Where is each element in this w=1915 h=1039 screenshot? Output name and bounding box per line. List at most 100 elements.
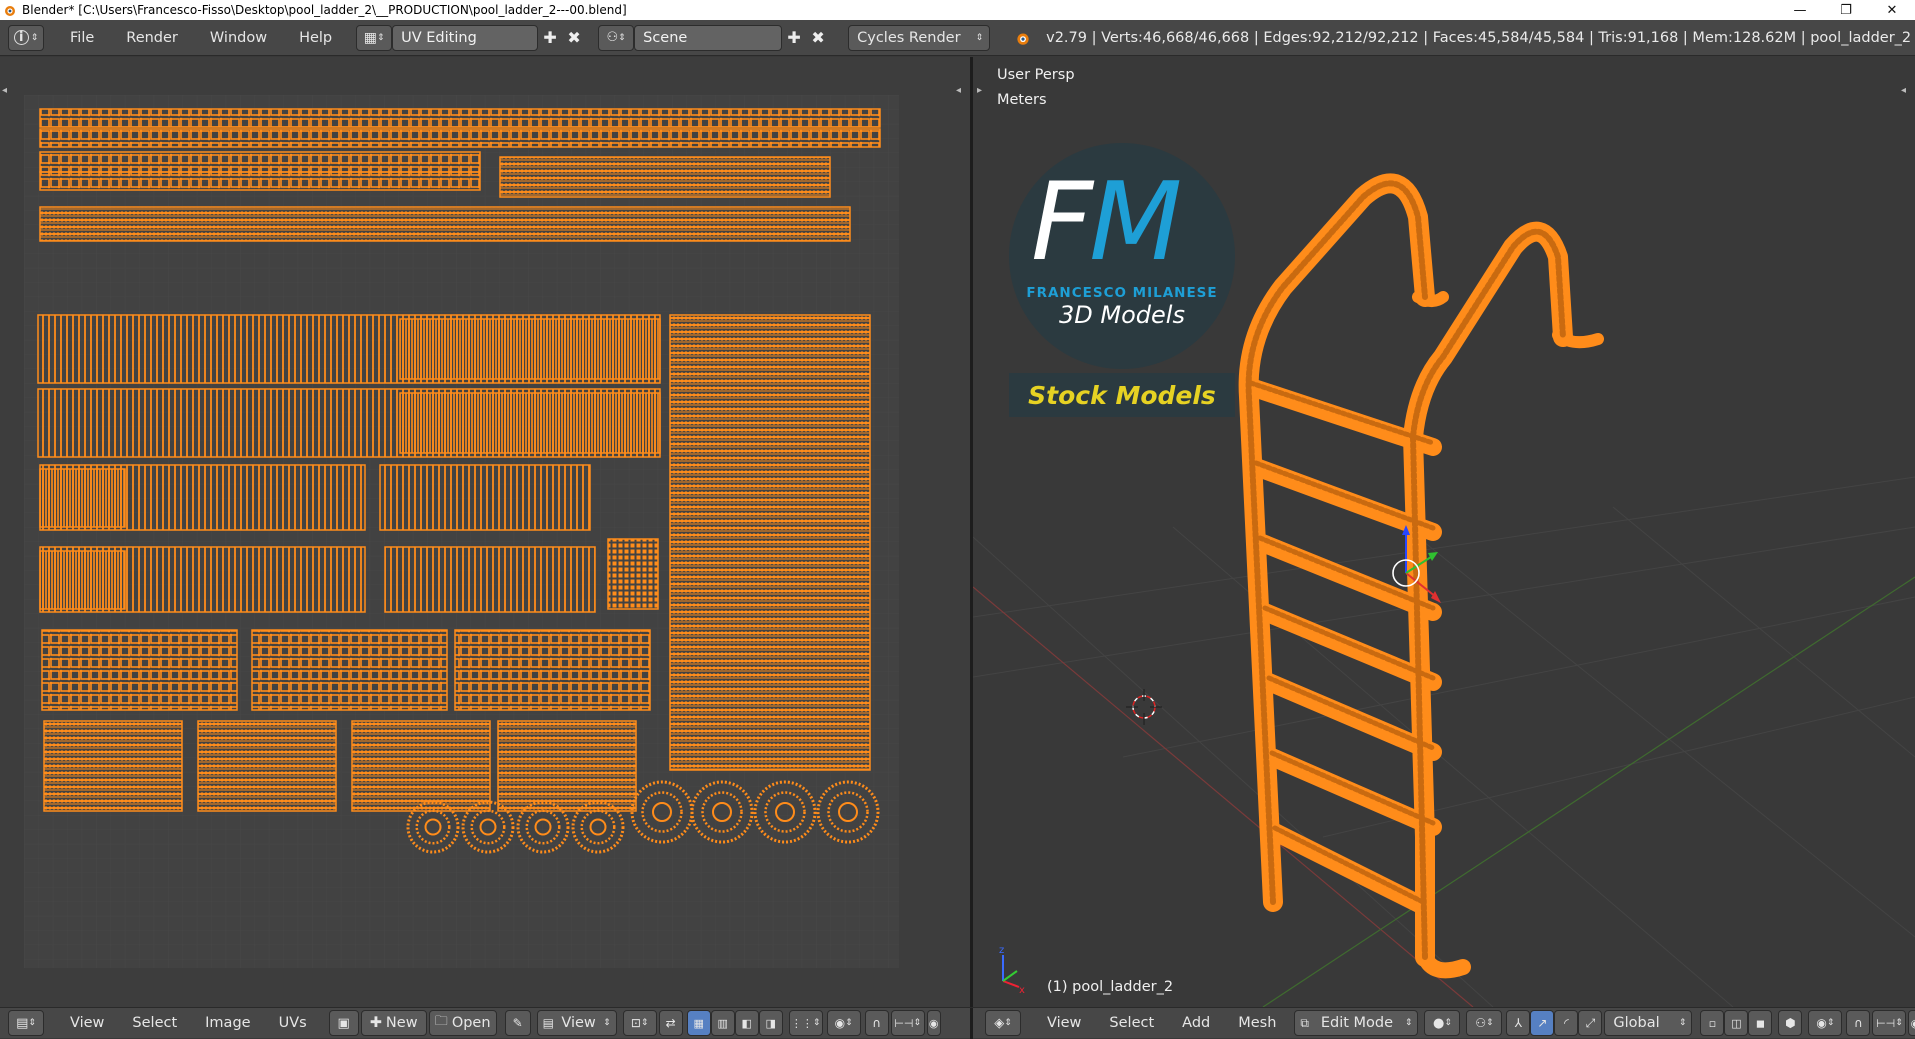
pin-image-button[interactable]: ✎ xyxy=(504,1010,531,1036)
remove-screen-icon[interactable]: ✖ xyxy=(562,25,586,51)
maximize-button[interactable]: ❐ xyxy=(1823,0,1869,20)
uv-editor-type-button[interactable]: ▤ ⇕ xyxy=(8,1010,44,1036)
uv-island[interactable] xyxy=(39,128,881,148)
rotate-manipulator-button[interactable]: ◜ xyxy=(1554,1010,1579,1036)
uv-island[interactable] xyxy=(499,156,831,198)
uv-island[interactable] xyxy=(497,720,637,812)
translate-manipulator-button[interactable]: ↗ xyxy=(1530,1010,1555,1036)
panel-toggle-left-icon[interactable]: ▸ xyxy=(977,85,982,96)
scale-manipulator-button[interactable]: ⤢ xyxy=(1578,1010,1603,1036)
interaction-mode-dropdown[interactable]: ⧉ Edit Mode ⇕ xyxy=(1294,1010,1419,1036)
ladder-step[interactable] xyxy=(1266,823,1434,916)
uv-island[interactable] xyxy=(39,171,481,191)
vertex-select-button[interactable]: ▦ xyxy=(686,1010,711,1036)
ladder-left-foot[interactable] xyxy=(1412,291,1449,307)
remove-scene-icon[interactable]: ✖ xyxy=(806,25,830,51)
pivot-point-button[interactable]: ⊡ ⇕ xyxy=(622,1010,657,1036)
manipulator-toggle-button[interactable]: ⅄ xyxy=(1506,1010,1531,1036)
uv-island[interactable] xyxy=(607,538,659,610)
scene-field[interactable]: Scene xyxy=(634,24,783,51)
uv-island[interactable] xyxy=(39,468,126,528)
transform-orientation-dropdown[interactable]: Global ⇕ xyxy=(1604,1010,1693,1036)
pool-ladder-mesh[interactable] xyxy=(1238,173,1604,979)
editor-type-info-button[interactable]: i ⇕ xyxy=(8,24,44,51)
uv-islands[interactable] xyxy=(37,108,881,854)
uv-island[interactable] xyxy=(351,720,491,812)
minimize-button[interactable]: — xyxy=(1777,0,1823,20)
proportional-edit-3d-button[interactable]: ◉ ⇕ xyxy=(1808,1010,1843,1036)
viewport-shading-button[interactable]: ● ⇕ xyxy=(1424,1010,1461,1036)
image-browse-button[interactable]: ▣ xyxy=(328,1010,359,1036)
scene-selector-button[interactable]: ⚇ ⇕ xyxy=(598,24,635,51)
ladder-step-edges[interactable] xyxy=(1269,750,1436,826)
new-image-button[interactable]: ✚ New xyxy=(360,1010,427,1036)
uv-menu-uvs[interactable]: UVs xyxy=(265,1010,321,1036)
pivot-center-button[interactable]: ⚇ ⇕ xyxy=(1466,1010,1503,1036)
uv-image-editor[interactable]: ◂ ◂ xyxy=(0,57,970,1007)
uv-overflow-button[interactable]: ◉ xyxy=(926,1010,941,1036)
sticky-mode-button[interactable]: ⋮⋮ ⇕ xyxy=(788,1010,823,1036)
uv-island[interactable] xyxy=(43,720,183,812)
uv-menu-image[interactable]: Image xyxy=(191,1010,264,1036)
uv-island[interactable] xyxy=(251,629,448,711)
uv-island[interactable] xyxy=(39,206,851,242)
menu-window[interactable]: Window xyxy=(194,25,283,51)
ladder-step[interactable] xyxy=(1242,378,1442,456)
snap-element-3d-button[interactable]: ⊢⊣ ⇕ xyxy=(1872,1010,1907,1036)
uv-island[interactable] xyxy=(669,314,871,771)
uv-island[interactable] xyxy=(384,546,596,613)
limit-selection-visible-button[interactable]: ⬢ xyxy=(1778,1010,1803,1036)
sync-selection-button[interactable]: ⇄ xyxy=(658,1010,683,1036)
ladder-step[interactable] xyxy=(1256,603,1442,691)
uv-menu-select[interactable]: Select xyxy=(118,1010,191,1036)
viewport-editor-type-button[interactable]: ◈ ⇕ xyxy=(985,1010,1021,1036)
uv-island[interactable] xyxy=(454,629,651,711)
panel-toggle-right-icon[interactable]: ◂ xyxy=(1901,85,1906,96)
island-select-button[interactable]: ◨ xyxy=(758,1010,783,1036)
viewport-overflow-button[interactable]: ◉ xyxy=(1908,1010,1915,1036)
uv-menu-view[interactable]: View xyxy=(56,1010,118,1036)
menu-help[interactable]: Help xyxy=(283,25,348,51)
ladder-step-edges[interactable] xyxy=(1272,825,1428,906)
screen-layout-selector-button[interactable]: ▦ ⇕ xyxy=(356,24,393,51)
face-select-mode-button[interactable]: ◼ xyxy=(1748,1010,1773,1036)
add-scene-icon[interactable]: ✚ xyxy=(782,25,806,51)
edge-select-button[interactable]: ▥ xyxy=(710,1010,735,1036)
ladder-bottom-bend[interactable] xyxy=(1417,949,1471,979)
uv-view-mode-dropdown[interactable]: ▤ View ⇕ xyxy=(536,1010,617,1036)
menu-render[interactable]: Render xyxy=(110,25,194,51)
ladder-step[interactable] xyxy=(1260,673,1442,761)
vp-menu-select[interactable]: Select xyxy=(1095,1010,1168,1036)
open-image-button[interactable]: 🗀 Open xyxy=(428,1010,497,1036)
vp-menu-view[interactable]: View xyxy=(1033,1010,1095,1036)
uv-island[interactable] xyxy=(399,392,661,454)
uv-island[interactable] xyxy=(41,629,238,711)
uv-island[interactable] xyxy=(197,720,337,812)
close-button[interactable]: ✕ xyxy=(1869,0,1915,20)
render-engine-dropdown[interactable]: Cycles Render ⇕ xyxy=(848,24,991,51)
vp-menu-add[interactable]: Add xyxy=(1168,1010,1224,1036)
uv-island[interactable] xyxy=(39,151,481,173)
ladder-step-edges[interactable] xyxy=(1262,605,1436,681)
ladder-step[interactable] xyxy=(1263,748,1442,836)
panel-toggle-right-icon[interactable]: ◂ xyxy=(956,85,961,96)
uv-snap-element-button[interactable]: ⊢⊣ ⇕ xyxy=(890,1010,925,1036)
face-select-button[interactable]: ◧ xyxy=(734,1010,759,1036)
uv-island[interactable] xyxy=(379,464,591,531)
proportional-edit-button[interactable]: ◉ ⇕ xyxy=(826,1010,861,1036)
screen-layout-field[interactable]: UV Editing xyxy=(392,24,539,51)
ladder-step-edges[interactable] xyxy=(1266,675,1436,751)
uv-island[interactable] xyxy=(39,550,126,610)
3d-viewport[interactable]: z x User Persp Meters (1) pool_ladder_2 … xyxy=(973,57,1915,1007)
snap-3d-button[interactable]: ∩ xyxy=(1846,1010,1871,1036)
vp-menu-mesh[interactable]: Mesh xyxy=(1224,1010,1290,1036)
ladder-step-edges[interactable] xyxy=(1248,380,1436,446)
panel-toggle-left-icon[interactable]: ◂ xyxy=(2,85,7,96)
menu-file[interactable]: File xyxy=(54,25,110,51)
uv-snap-button[interactable]: ∩ xyxy=(864,1010,889,1036)
vertex-select-mode-button[interactable]: ▫ xyxy=(1700,1010,1725,1036)
uv-island[interactable] xyxy=(39,108,881,128)
add-screen-icon[interactable]: ✚ xyxy=(538,25,562,51)
edge-select-mode-button[interactable]: ◫ xyxy=(1724,1010,1749,1036)
uv-canvas[interactable] xyxy=(0,57,970,1007)
